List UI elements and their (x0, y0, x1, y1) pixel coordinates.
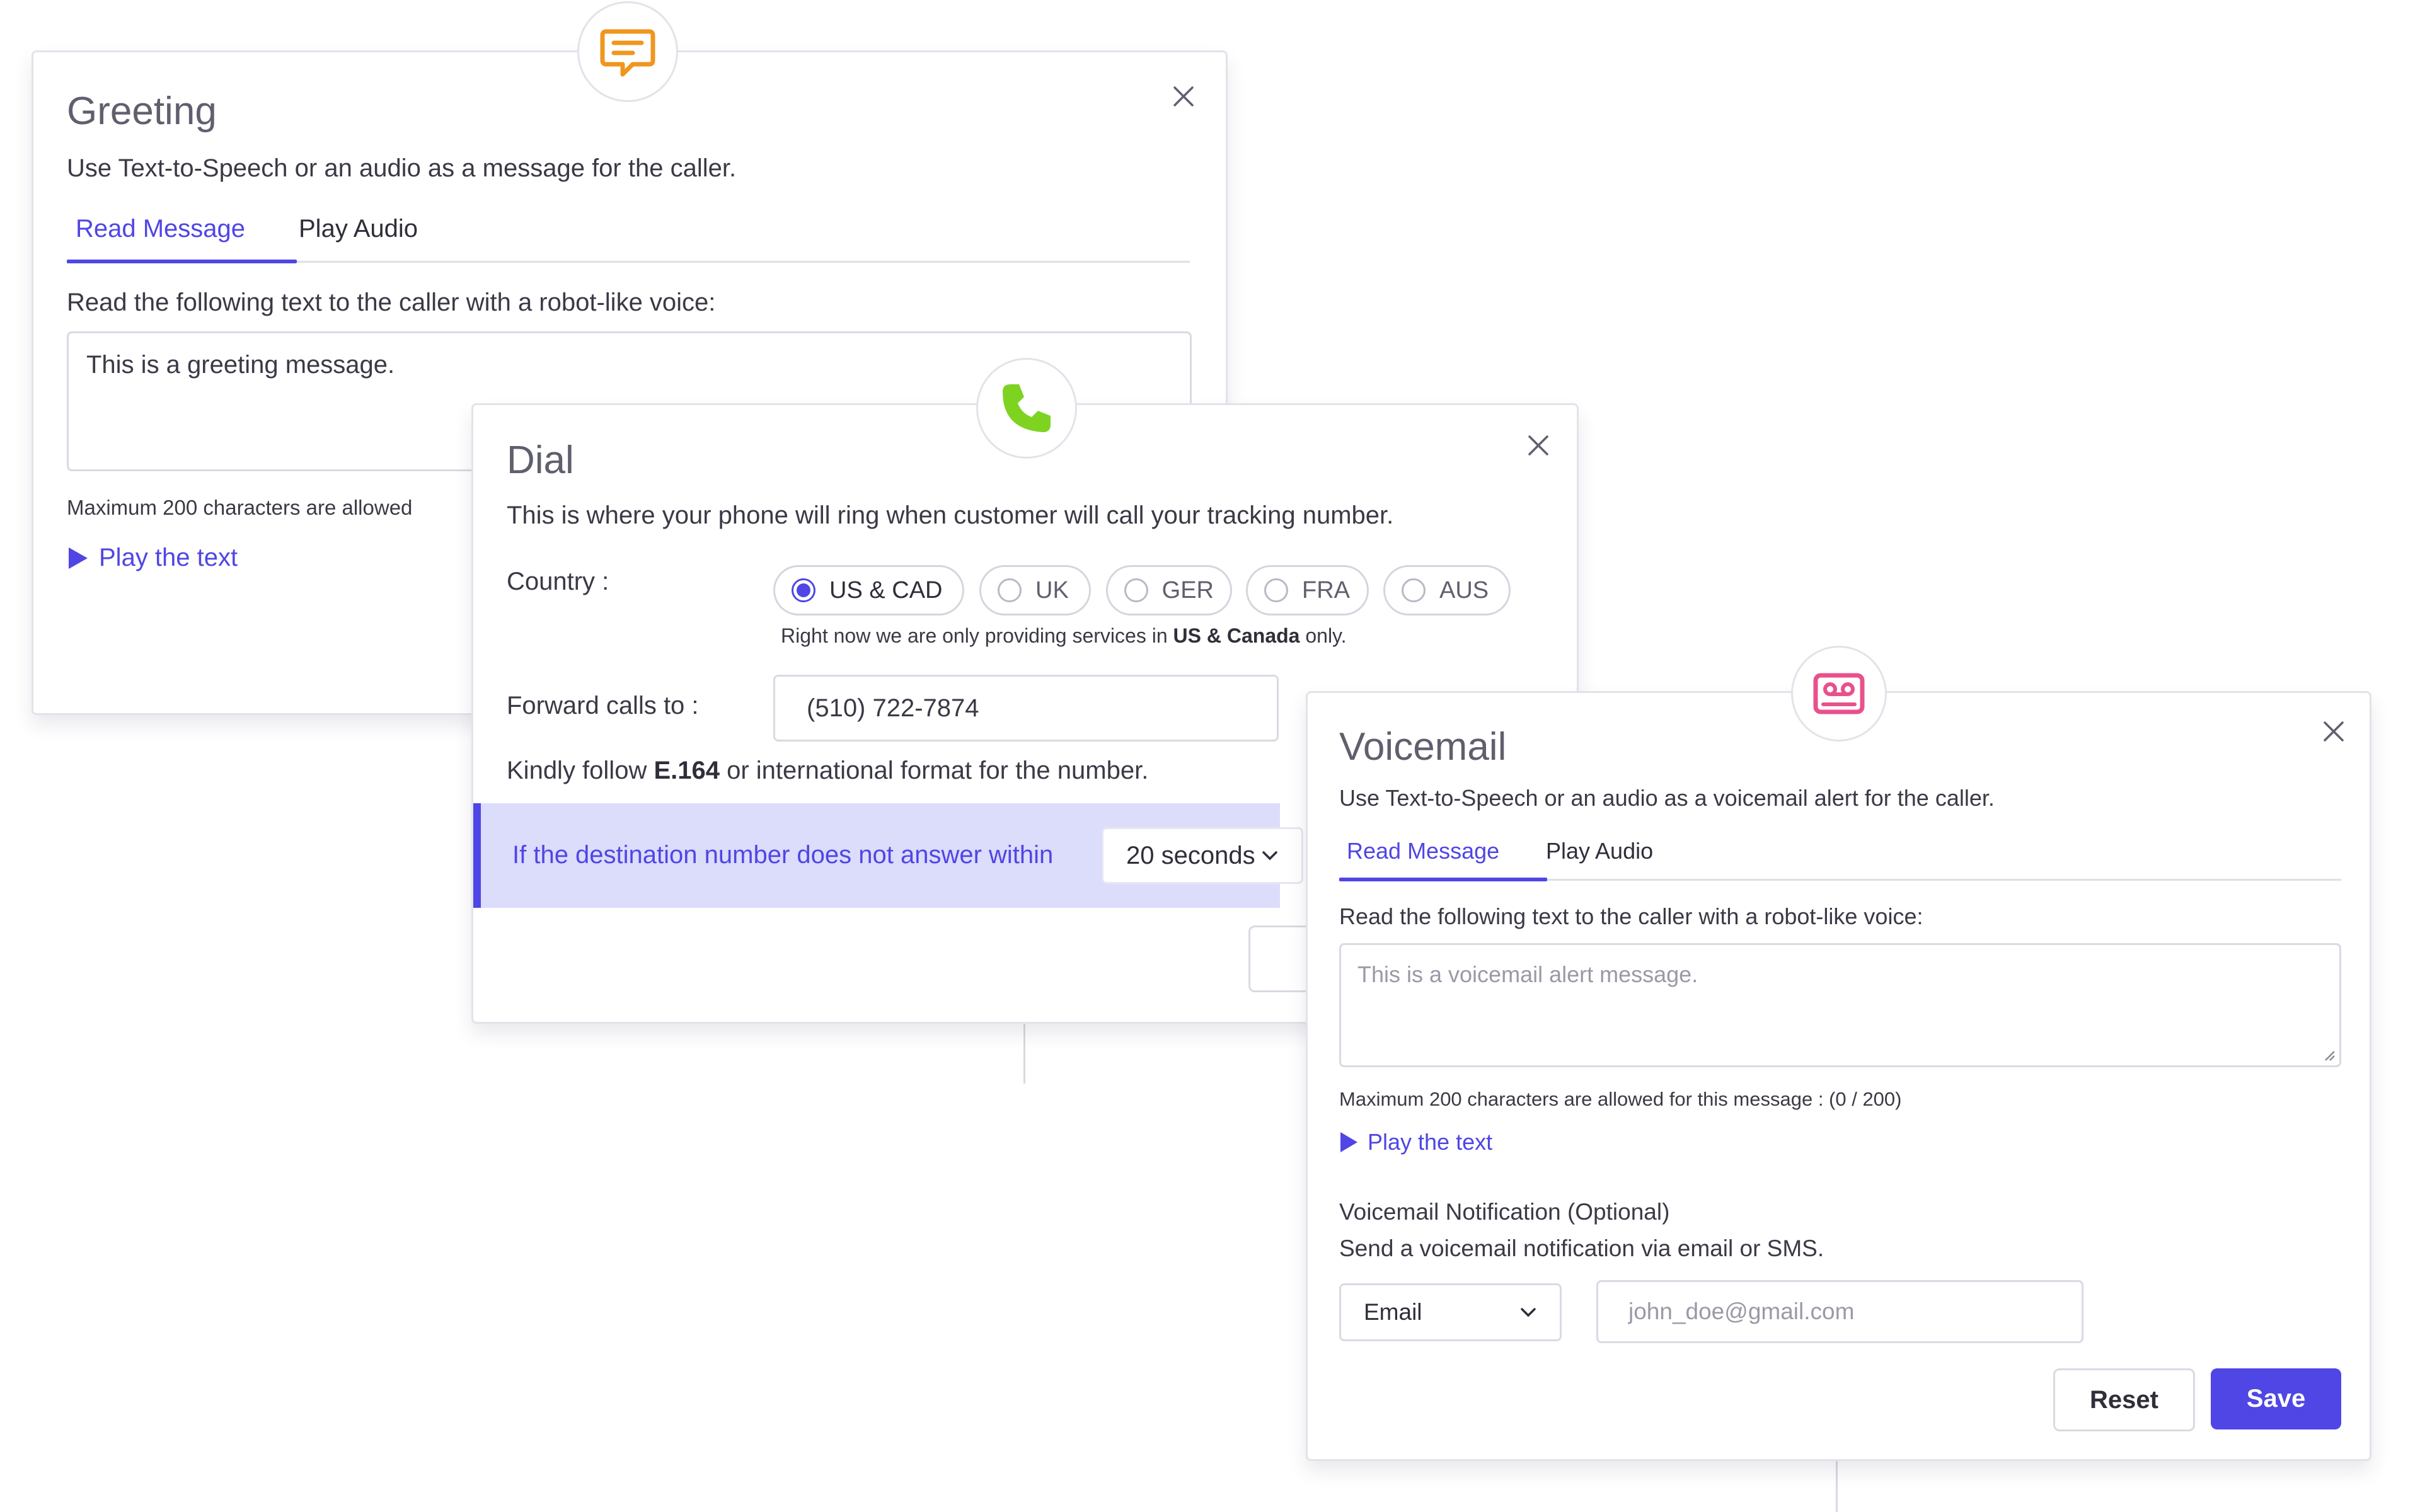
voicemail-subtitle: Use Text-to-Speech or an audio as a voic… (1339, 785, 1995, 811)
timeout-text: If the destination number does not answe… (512, 841, 1054, 869)
resize-handle-icon (2325, 1051, 2335, 1061)
country-option-label: UK (1035, 576, 1069, 604)
country-option-fra[interactable]: FRA (1246, 565, 1369, 616)
greeting-char-limit: Maximum 200 characters are allowed (67, 496, 413, 519)
greeting-subtitle: Use Text-to-Speech or an audio as a mess… (67, 154, 737, 182)
greeting-instruction: Read the following text to the caller wi… (67, 289, 716, 316)
dial-title: Dial (507, 438, 574, 482)
greeting-play-label: Play the text (99, 544, 238, 571)
voicemail-title: Voicemail (1339, 725, 1507, 769)
country-option-label: FRA (1302, 576, 1350, 604)
close-icon (1528, 435, 1548, 455)
voicemail-close-button[interactable] (2321, 719, 2346, 744)
greeting-title: Greeting (67, 89, 217, 133)
voicemail-instruction: Read the following text to the caller wi… (1339, 903, 1923, 929)
voicemail-tab-underline (1339, 878, 1547, 881)
chevron-down-icon (1262, 851, 1277, 861)
voicemail-play-label: Play the text (1368, 1129, 1493, 1155)
timeout-select[interactable]: 20 seconds (1102, 827, 1303, 884)
notification-description: Send a voicemail notification via email … (1339, 1235, 1824, 1261)
connector-line (1836, 1455, 1838, 1512)
voicemail-message-textarea[interactable]: This is a voicemail alert message. (1339, 943, 2341, 1067)
radio-unselected-icon (1264, 578, 1288, 602)
voicemail-play-text-button[interactable]: Play the text (1340, 1129, 1492, 1155)
voicemail-tab-read-message[interactable]: Read Message (1347, 838, 1499, 864)
play-icon (1340, 1132, 1357, 1152)
chat-bubble-icon (600, 29, 655, 77)
notification-channel-select[interactable]: Email (1339, 1283, 1562, 1341)
voicemail-tab-play-audio[interactable]: Play Audio (1546, 838, 1653, 864)
radio-unselected-icon (1402, 578, 1426, 602)
forward-calls-label: Forward calls to : (507, 692, 699, 719)
save-button[interactable]: Save (2211, 1368, 2341, 1429)
forward-number-input[interactable]: (510) 722-7874 (773, 675, 1279, 742)
greeting-close-button[interactable] (1171, 84, 1196, 109)
country-option-label: US & CAD (829, 576, 943, 604)
country-option-us-cad[interactable]: US & CAD (773, 565, 964, 616)
connector-line (1023, 1021, 1025, 1084)
close-icon (2324, 721, 2344, 742)
dial-icon-badge (976, 358, 1077, 459)
greeting-tab-underline (67, 260, 297, 263)
phone-icon (1003, 384, 1051, 432)
dial-subtitle: This is where your phone will ring when … (507, 501, 1394, 529)
dial-close-button[interactable] (1526, 433, 1551, 458)
timeout-banner: If the destination number does not answe… (473, 803, 1303, 908)
greeting-tab-read-message[interactable]: Read Message (76, 215, 245, 243)
service-note: Right now we are only providing services… (781, 624, 1347, 647)
reset-button[interactable]: Reset (2053, 1368, 2195, 1431)
country-option-label: GER (1161, 576, 1214, 604)
voicemail-icon (1813, 673, 1865, 714)
voicemail-card: Voicemail Use Text-to-Speech or an audio… (1306, 691, 2371, 1461)
radio-selected-icon (792, 578, 815, 602)
close-icon (1173, 86, 1194, 106)
play-icon (69, 547, 88, 569)
format-note: Kindly follow E.164 or international for… (507, 757, 1149, 784)
notification-title: Voicemail Notification (Optional) (1339, 1199, 1670, 1225)
notification-email-input[interactable]: john_doe@gmail.com (1596, 1280, 2083, 1343)
timeout-value: 20 seconds (1126, 841, 1255, 869)
forward-number-value: (510) 722-7874 (807, 694, 979, 722)
greeting-play-text-button[interactable]: Play the text (69, 544, 238, 572)
email-placeholder: john_doe@gmail.com (1628, 1298, 1855, 1324)
radio-unselected-icon (1124, 578, 1148, 602)
notification-channel-value: Email (1364, 1299, 1422, 1325)
country-option-ger[interactable]: GER (1106, 565, 1232, 616)
voicemail-icon-badge (1791, 646, 1887, 742)
greeting-icon-badge (577, 1, 678, 102)
country-option-aus[interactable]: AUS (1383, 565, 1511, 616)
country-option-uk[interactable]: UK (979, 565, 1091, 616)
greeting-message-text: This is a greeting message. (86, 351, 395, 379)
voicemail-char-limit: Maximum 200 characters are allowed for t… (1339, 1088, 1902, 1110)
radio-unselected-icon (998, 578, 1022, 602)
voicemail-message-placeholder: This is a voicemail alert message. (1357, 961, 1698, 987)
greeting-tab-play-audio[interactable]: Play Audio (299, 215, 418, 243)
country-label: Country : (507, 568, 609, 595)
country-option-label: AUS (1439, 576, 1489, 604)
chevron-down-icon (1521, 1308, 1536, 1317)
